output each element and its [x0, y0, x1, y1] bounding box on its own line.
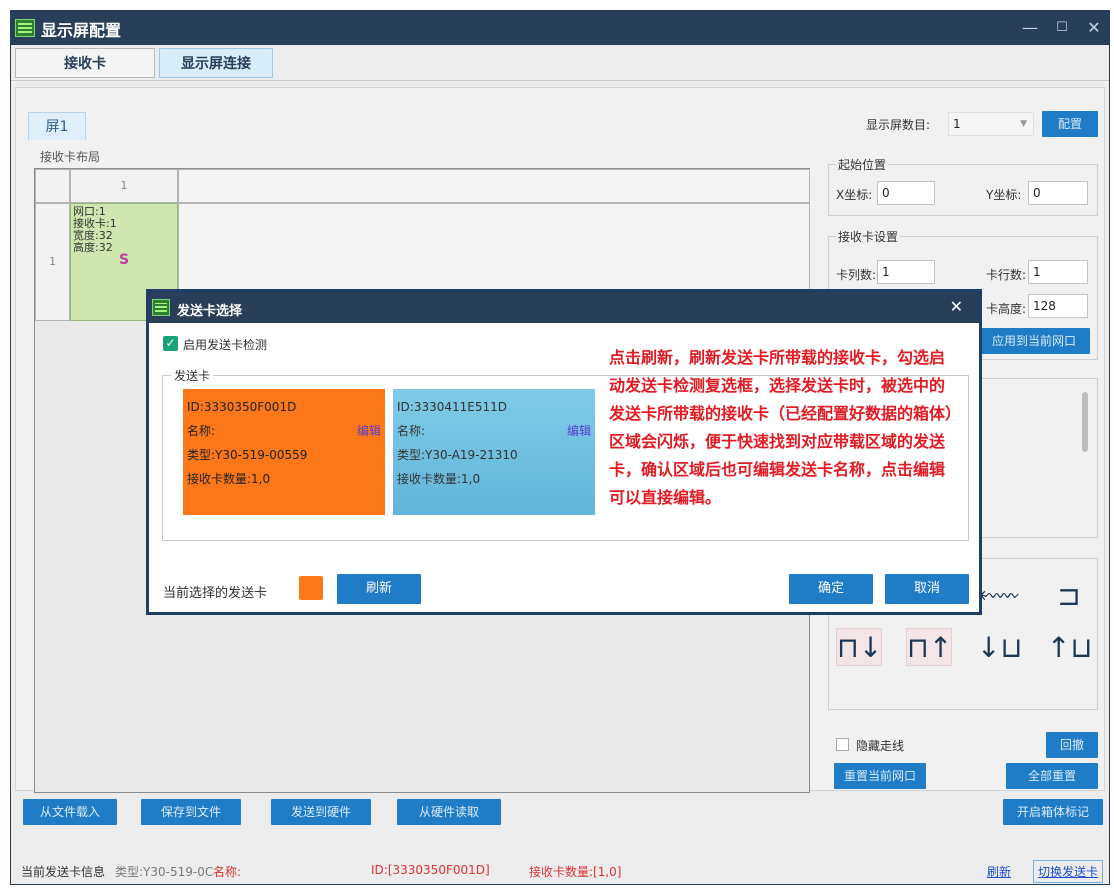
send-to-hardware-button[interactable]: 发送到硬件 — [271, 799, 371, 825]
tab-receiver-card[interactable]: 接收卡 — [15, 48, 155, 78]
start-position-title: 起始位置 — [836, 156, 889, 173]
reset-port-button[interactable]: 重置当前网口 — [834, 763, 926, 789]
save-to-file-button[interactable]: 保存到文件 — [141, 799, 241, 825]
screen-count-label: 显示屏数目: — [866, 118, 931, 132]
card-rows-input[interactable]: 1 — [1028, 260, 1088, 284]
card-settings-title: 接收卡设置 — [836, 228, 901, 245]
title-bar: 显示屏配置 — ☐ ✕ — [11, 11, 1109, 45]
card2-name: 名称: — [397, 424, 426, 438]
maximize-button[interactable]: ☐ — [1051, 17, 1073, 39]
wiring-down-up-icon[interactable]: ⊓↓ — [836, 628, 882, 666]
card1-type: 类型:Y30-519-00559 — [187, 448, 308, 462]
card2-id: ID:3330411E511D — [397, 400, 507, 414]
card-height-input[interactable]: 128 — [1028, 294, 1088, 318]
x-coord-label: X坐标: — [836, 188, 873, 202]
status-type: 类型:Y30-519-0C — [115, 865, 214, 879]
current-sender-swatch — [299, 576, 323, 600]
config-button[interactable]: 配置 — [1042, 111, 1098, 137]
scrollbar[interactable] — [1082, 392, 1088, 452]
hide-lines-checkbox[interactable] — [836, 738, 849, 751]
start-marker: S — [119, 252, 130, 268]
grid-row-header: 1 — [35, 203, 70, 321]
dialog-title: 发送卡选择 — [177, 304, 243, 319]
status-info-label: 当前发送卡信息 — [21, 865, 106, 879]
refresh-link[interactable]: 刷新 — [987, 863, 1011, 880]
sender-select-dialog: 发送卡选择 ✕ ✓ 启用发送卡检测 发送卡 ID:3330350F001D 名称… — [146, 289, 982, 615]
wiring-rev-up-icon[interactable]: ↑⊔ — [1046, 628, 1092, 666]
tab-screen-connection[interactable]: 显示屏连接 — [159, 48, 273, 78]
app-icon — [15, 19, 35, 37]
enable-check-checkbox[interactable]: ✓ — [163, 336, 178, 351]
card2-type: 类型:Y30-A19-21310 — [397, 448, 518, 462]
dialog-ok-button[interactable]: 确定 — [789, 574, 873, 604]
window-title: 显示屏配置 — [41, 21, 122, 40]
y-coord-input[interactable]: 0 — [1028, 181, 1088, 205]
bottom-action-bar: 从文件载入 保存到文件 发送到硬件 从硬件读取 开启箱体标记 — [11, 797, 1109, 835]
grid-corner — [35, 169, 70, 203]
card1-count: 接收卡数量:1,0 — [187, 472, 271, 486]
hide-lines-label: 隐藏走线 — [856, 739, 905, 753]
read-from-hardware-button[interactable]: 从硬件读取 — [397, 799, 501, 825]
screen-count-value: 1 — [953, 117, 961, 131]
sender-group-title: 发送卡 — [171, 367, 214, 384]
sender-card-1[interactable]: ID:3330350F001D 名称: 类型:Y30-519-00559 接收卡… — [183, 389, 385, 515]
dialog-close-icon[interactable]: ✕ — [950, 297, 963, 316]
undo-button[interactable]: 回撤 — [1046, 732, 1098, 758]
card-cols-label: 卡列数: — [836, 268, 877, 282]
top-tab-bar: 接收卡 显示屏连接 — [11, 45, 1109, 81]
card-cols-input[interactable]: 1 — [877, 260, 935, 284]
dialog-app-icon — [152, 299, 170, 316]
card1-name: 名称: — [187, 424, 216, 438]
apply-to-port-button[interactable]: 应用到当前网口 — [978, 328, 1090, 354]
dialog-refresh-button[interactable]: 刷新 — [337, 574, 421, 604]
wiring-up-down-icon[interactable]: ⊓↑ — [906, 628, 952, 666]
switch-sender-link[interactable]: 切换发送卡 — [1033, 860, 1104, 883]
dialog-title-bar: 发送卡选择 ✕ — [149, 292, 979, 323]
tab-screen-1[interactable]: 屏1 — [28, 112, 86, 140]
wiring-right-icon[interactable]: ⊐ — [1046, 576, 1092, 614]
load-from-file-button[interactable]: 从文件载入 — [23, 799, 117, 825]
enable-check-label: 启用发送卡检测 — [183, 338, 268, 352]
cabinet-mark-button[interactable]: 开启箱体标记 — [1003, 799, 1103, 825]
reset-all-button[interactable]: 全部重置 — [1006, 763, 1098, 789]
card-height-label: 卡高度: — [986, 302, 1027, 316]
card1-edit-link[interactable]: 编辑 — [357, 419, 381, 443]
x-coord-input[interactable]: 0 — [877, 181, 935, 205]
grid-col-header: 1 — [70, 169, 178, 203]
status-name: 名称: — [213, 865, 242, 879]
wiring-rev-down-icon[interactable]: ↓⊔ — [976, 628, 1022, 666]
y-coord-label: Y坐标: — [986, 188, 1022, 202]
status-id: ID:[3330350F001D] — [371, 863, 490, 877]
dialog-cancel-button[interactable]: 取消 — [885, 574, 969, 604]
grid-header-rest — [178, 169, 810, 203]
status-count: 接收卡数量:[1,0] — [529, 865, 622, 879]
layout-label: 接收卡布局 — [40, 150, 101, 164]
card2-edit-link[interactable]: 编辑 — [567, 419, 591, 443]
card2-count: 接收卡数量:1,0 — [397, 472, 481, 486]
status-bar: 当前发送卡信息 类型:Y30-519-0C 名称: ID:[3330350F00… — [11, 857, 1109, 885]
card-rows-label: 卡行数: — [986, 268, 1027, 282]
card1-id: ID:3330350F001D — [187, 400, 297, 414]
sender-card-2[interactable]: ID:3330411E511D 名称: 类型:Y30-A19-21310 接收卡… — [393, 389, 595, 515]
minimize-button[interactable]: — — [1019, 17, 1041, 39]
annotation-text: 点击刷新，刷新发送卡所带载的接收卡，勾选启动发送卡检测复选框，选择发送卡时，被选… — [609, 348, 954, 507]
chevron-down-icon: ▼ — [1020, 119, 1027, 129]
current-sender-label: 当前选择的发送卡 — [163, 586, 268, 601]
wiring-left-icon[interactable]: ⬳ — [976, 576, 1022, 614]
screen-count-select[interactable]: 1 ▼ — [948, 112, 1034, 136]
close-button[interactable]: ✕ — [1083, 17, 1105, 39]
